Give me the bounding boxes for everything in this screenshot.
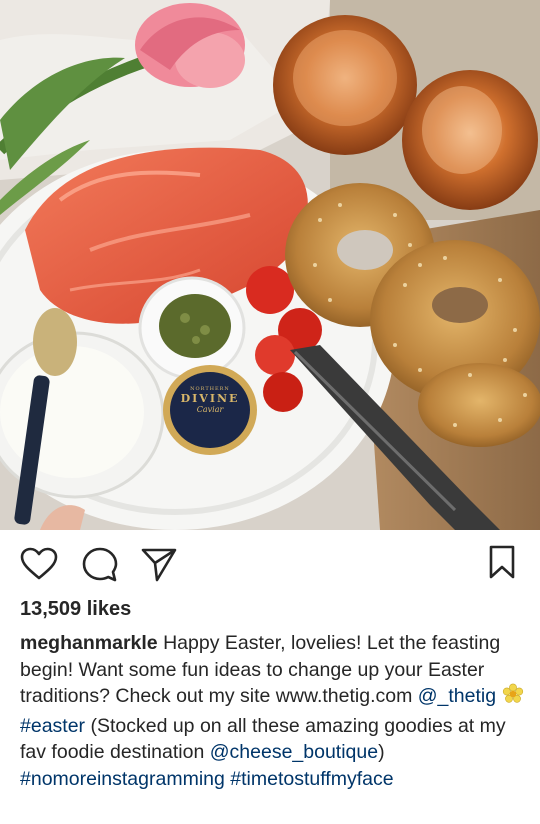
post-caption: meghanmarkle Happy Easter, lovelies! Let… bbox=[20, 630, 525, 792]
share-button[interactable] bbox=[141, 547, 177, 588]
caption-hashtag-nomoreinstagramming[interactable]: #nomoreinstagramming bbox=[20, 768, 225, 790]
flower-emoji-icon bbox=[502, 683, 524, 713]
caption-mention-thetig[interactable]: @_thetig bbox=[418, 685, 496, 707]
bookmark-icon bbox=[489, 545, 515, 579]
heart-icon bbox=[20, 547, 58, 580]
caviar-tin-label: NORTHERN DIVINE Caviar bbox=[178, 386, 242, 414]
comment-icon bbox=[82, 547, 118, 582]
caption-hashtag-easter[interactable]: #easter bbox=[20, 715, 85, 737]
caption-text-part3: ) bbox=[378, 741, 385, 763]
share-icon bbox=[141, 548, 177, 582]
caption-username[interactable]: meghanmarkle bbox=[20, 632, 158, 654]
caption-hashtag-timetostuffmyface[interactable]: #timetostuffmyface bbox=[230, 768, 393, 790]
like-button[interactable] bbox=[20, 547, 58, 586]
action-bar bbox=[0, 530, 540, 596]
caviar-brand-main: DIVINE bbox=[180, 392, 240, 405]
post-photo[interactable]: NORTHERN DIVINE Caviar bbox=[0, 0, 540, 530]
post-photo-illustration bbox=[0, 0, 540, 530]
save-button[interactable] bbox=[488, 544, 516, 585]
comment-button[interactable] bbox=[82, 547, 118, 588]
caption-mention-cheese-boutique[interactable]: @cheese_boutique bbox=[210, 741, 378, 763]
caviar-product: Caviar bbox=[196, 405, 224, 414]
likes-count[interactable]: 13,509 likes bbox=[20, 598, 131, 621]
